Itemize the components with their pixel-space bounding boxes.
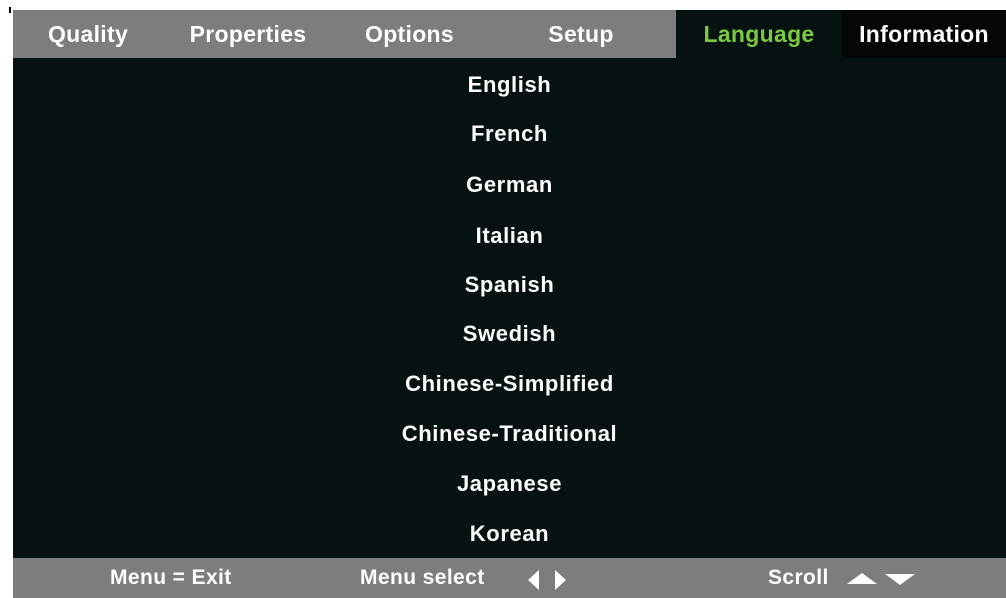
- arrow-down-icon[interactable]: [885, 574, 915, 585]
- arrow-up-icon[interactable]: [847, 573, 877, 584]
- language-option-chinese-traditional[interactable]: Chinese-Traditional: [13, 414, 1006, 454]
- language-option-chinese-simplified[interactable]: Chinese-Simplified: [13, 364, 1006, 404]
- language-option-korean[interactable]: Korean: [13, 514, 1006, 554]
- footer-hint-bar: Menu = Exit Menu select Scroll: [13, 558, 1006, 598]
- language-option-japanese[interactable]: Japanese: [13, 464, 1006, 504]
- osd-menu: Quality Properties Options Setup Languag…: [13, 10, 1006, 598]
- arrow-left-icon[interactable]: [528, 570, 539, 590]
- language-option-swedish[interactable]: Swedish: [13, 314, 1006, 354]
- tab-information[interactable]: Information: [842, 10, 1006, 58]
- tab-options[interactable]: Options: [333, 10, 486, 58]
- language-option-english[interactable]: English: [13, 65, 1006, 105]
- corner-mark: [9, 7, 11, 13]
- arrow-right-icon[interactable]: [555, 570, 566, 590]
- tab-properties[interactable]: Properties: [163, 10, 333, 58]
- language-option-italian[interactable]: Italian: [13, 216, 1006, 256]
- select-hint: Menu select: [360, 566, 485, 589]
- exit-hint: Menu = Exit: [110, 566, 232, 589]
- tab-language[interactable]: Language: [676, 10, 842, 58]
- tab-setup[interactable]: Setup: [486, 10, 676, 58]
- language-list: English French German Italian Spanish Sw…: [13, 58, 1006, 558]
- scroll-hint: Scroll: [768, 566, 829, 589]
- tab-bar: Quality Properties Options Setup Languag…: [13, 10, 1006, 58]
- language-option-french[interactable]: French: [13, 114, 1006, 154]
- tab-quality[interactable]: Quality: [13, 10, 163, 58]
- language-option-german[interactable]: German: [13, 165, 1006, 205]
- language-option-spanish[interactable]: Spanish: [13, 265, 1006, 305]
- projector-osd-screen: Quality Properties Options Setup Languag…: [0, 0, 1006, 598]
